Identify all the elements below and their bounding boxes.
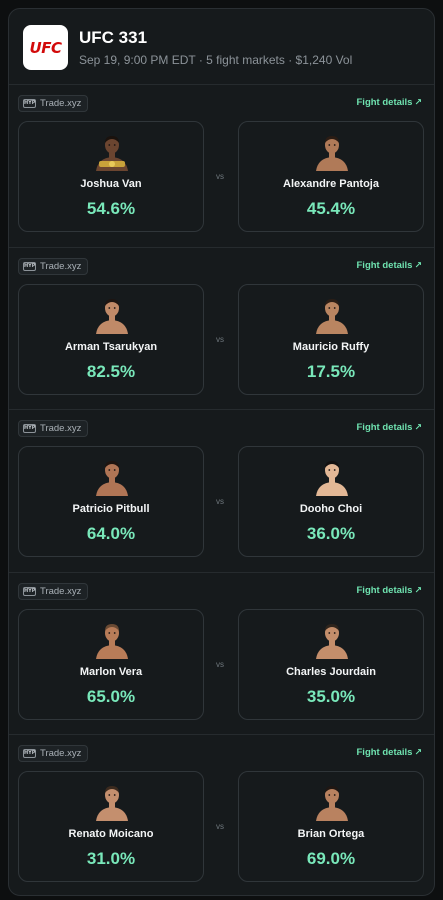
event-title: UFC 331 [79,28,148,47]
fighter-a-name: Arman Tsarukyan [64,340,158,353]
fighter-b-probability: 17.5% [306,361,356,381]
fighter-a-probability: 54.6% [86,199,136,218]
fighter-a-card[interactable]: Marlon Vera 65.0% [18,608,204,720]
platform-label: Trade.xyz [40,260,82,272]
fight-details-link[interactable]: Fight details ↗ [357,422,423,433]
fighter-a-avatar [96,786,128,821]
arrow-up-right-icon: ↗ [414,259,422,270]
platform-label: Trade.xyz [40,98,82,109]
fighter-a-probability: 31.0% [86,849,136,868]
fighter-b-card[interactable]: Alexandre Pantoja 45.4% [238,121,424,232]
event-card: UFC UFC 331 Sep 19, 9:00 PM EDT · 5 figh… [8,8,435,896]
fighter-a-avatar [96,298,128,334]
platform-logo-icon: HYP [23,99,36,108]
platform-badge[interactable]: HYP Trade.xyz [18,420,89,437]
fight-market-4: HYP Trade.xyz Fight details ↗ Marlon Ver… [9,573,434,735]
fighter-b-card[interactable]: Charles Jourdain 35.0% [238,608,424,720]
arrow-up-right-icon: ↗ [414,747,422,757]
fighter-a-avatar [96,461,128,496]
fighter-b-probability: 35.0% [306,686,356,706]
event-subtitle: Sep 19, 9:00 PM EDT · 5 fight markets · … [79,53,353,67]
platform-badge[interactable]: HYP Trade.xyz [18,257,89,275]
platform-logo-icon: HYP [23,586,36,596]
fighter-a-card[interactable]: Patricio Pitbull 64.0% [18,446,204,557]
vs-label: vs [216,659,224,669]
fight-market-1: HYP Trade.xyz Fight details ↗ Joshua Van… [9,85,434,248]
platform-logo-icon: HYP [23,749,36,758]
vs-label: vs [216,172,224,181]
fighter-b-name: Brian Ortega [297,828,365,840]
fighter-a-name: Marlon Vera [79,665,143,678]
ufc-logo-text: UFC [29,38,62,57]
platform-badge[interactable]: HYP Trade.xyz [18,582,89,600]
fight-details-label: Fight details [356,747,413,758]
fighter-a-avatar [96,623,128,659]
platform-label: Trade.xyz [40,748,82,759]
fighter-b-card[interactable]: Mauricio Ruffy 17.5% [238,283,424,395]
fighter-b-probability: 36.0% [306,524,356,543]
fight-details-link[interactable]: Fight details ↗ [357,585,423,596]
fighter-b-avatar [316,623,348,659]
fight-market-5: HYP Trade.xyz Fight details ↗ Renato Moi… [9,735,434,895]
fighter-a-probability: 82.5% [86,361,136,381]
fighter-a-name: Renato Moicano [68,828,154,840]
fighter-b-name: Dooho Choi [299,503,363,515]
fight-details-link[interactable]: Fight details ↗ [357,97,423,108]
fighter-b-card[interactable]: Brian Ortega 69.0% [238,771,424,882]
ufc-logo: UFC [23,25,68,70]
platform-logo-icon: HYP [23,424,36,433]
fighter-b-card[interactable]: Dooho Choi 36.0% [238,446,424,557]
arrow-up-right-icon: ↗ [414,584,422,595]
platform-badge[interactable]: HYP Trade.xyz [18,95,89,112]
event-header: UFC UFC 331 Sep 19, 9:00 PM EDT · 5 figh… [9,9,434,85]
fight-details-label: Fight details [356,259,413,271]
fighter-b-probability: 45.4% [306,199,356,218]
fighter-b-name: Mauricio Ruffy [292,340,370,353]
fight-details-label: Fight details [356,422,413,433]
fighter-a-name: Patricio Pitbull [72,503,150,515]
vs-label: vs [216,334,224,344]
fighter-a-probability: 64.0% [86,524,136,543]
fighter-b-avatar [316,136,348,171]
arrow-up-right-icon: ↗ [414,422,422,432]
fight-market-2: HYP Trade.xyz Fight details ↗ Arman Tsar… [9,248,434,410]
fighter-a-card[interactable]: Arman Tsarukyan 82.5% [18,283,204,395]
fight-details-link[interactable]: Fight details ↗ [357,747,423,758]
fight-details-link[interactable]: Fight details ↗ [357,260,423,271]
fighter-b-name: Alexandre Pantoja [283,178,379,190]
fight-details-label: Fight details [356,584,413,596]
fighter-b-probability: 69.0% [306,849,356,868]
fighter-a-probability: 65.0% [86,686,136,706]
fighter-a-card[interactable]: Renato Moicano 31.0% [18,771,204,882]
vs-label: vs [216,822,224,831]
fight-list: HYP Trade.xyz Fight details ↗ Joshua Van… [9,85,434,895]
platform-logo-icon: HYP [23,261,36,271]
fight-details-label: Fight details [356,97,413,108]
fighter-b-avatar [316,461,348,496]
fighter-b-avatar [316,298,348,334]
platform-label: Trade.xyz [40,585,82,597]
platform-badge[interactable]: HYP Trade.xyz [18,745,89,762]
arrow-up-right-icon: ↗ [414,97,422,107]
fighter-a-avatar [96,136,128,171]
fighter-b-name: Charles Jourdain [286,665,376,678]
fighter-b-avatar [316,786,348,821]
fighter-a-card[interactable]: Joshua Van 54.6% [18,121,204,232]
fighter-a-name: Joshua Van [80,178,142,190]
vs-label: vs [216,497,224,506]
platform-label: Trade.xyz [40,423,82,434]
fight-market-3: HYP Trade.xyz Fight details ↗ Patricio P… [9,410,434,573]
